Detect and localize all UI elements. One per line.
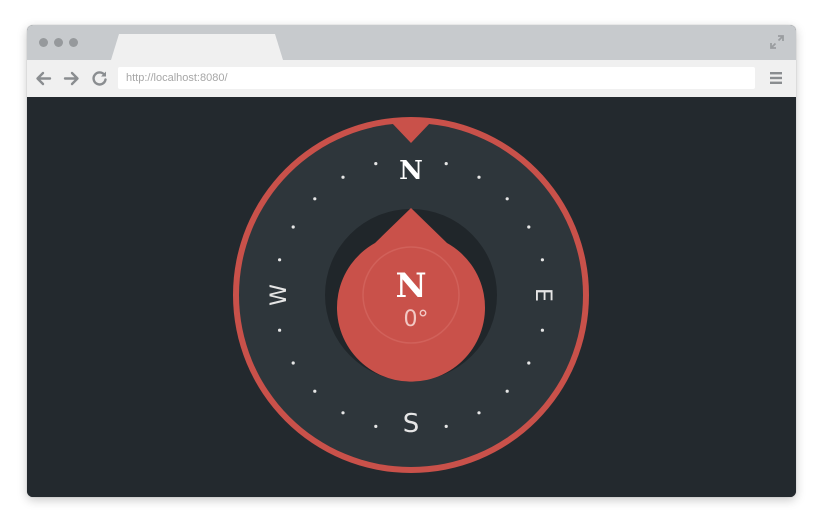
compass-tick [527, 225, 531, 229]
reload-icon[interactable] [91, 70, 108, 87]
title-bar [27, 25, 796, 60]
hamburger-menu-icon[interactable] [770, 72, 782, 84]
cardinal-west: W [267, 284, 292, 306]
browser-window: http://localhost:8080/ N S E W N 0° [27, 25, 796, 497]
compass-tick [505, 197, 509, 201]
browser-tab[interactable] [111, 34, 283, 60]
compass-tick [278, 328, 282, 332]
expand-icon[interactable] [770, 35, 784, 49]
compass-tick [313, 197, 317, 201]
compass[interactable]: N S E W N 0° [27, 97, 796, 497]
address-bar[interactable]: http://localhost:8080/ [118, 67, 755, 89]
compass-tick [374, 424, 378, 428]
browser-toolbar: http://localhost:8080/ [27, 60, 796, 98]
compass-tick [278, 258, 282, 262]
compass-tick [444, 424, 448, 428]
heading-letter: N [395, 266, 426, 306]
compass-tick [477, 175, 481, 179]
compass-tick [527, 361, 531, 365]
compass-tick [540, 258, 545, 262]
compass-tick [291, 225, 295, 229]
window-dot-1[interactable] [39, 38, 48, 47]
window-dot-3[interactable] [69, 38, 78, 47]
page-content: N S E W N 0° [27, 97, 796, 497]
cardinal-east: E [530, 288, 555, 302]
compass-tick [374, 162, 378, 166]
compass-tick [341, 175, 345, 179]
cardinal-north: N [399, 156, 423, 186]
compass-tick [313, 389, 317, 393]
compass-tick [291, 361, 295, 365]
compass-tick [540, 328, 545, 332]
compass-tick [444, 162, 448, 166]
window-dot-2[interactable] [54, 38, 63, 47]
url-text: http://localhost:8080/ [126, 72, 228, 84]
compass-tick [505, 389, 509, 393]
heading-degrees: 0° [404, 307, 429, 332]
arrow-left-icon[interactable] [35, 70, 52, 87]
compass-tick [477, 411, 481, 415]
compass-tick [341, 411, 345, 415]
arrow-right-icon[interactable] [63, 70, 80, 87]
cardinal-south: S [403, 409, 420, 439]
